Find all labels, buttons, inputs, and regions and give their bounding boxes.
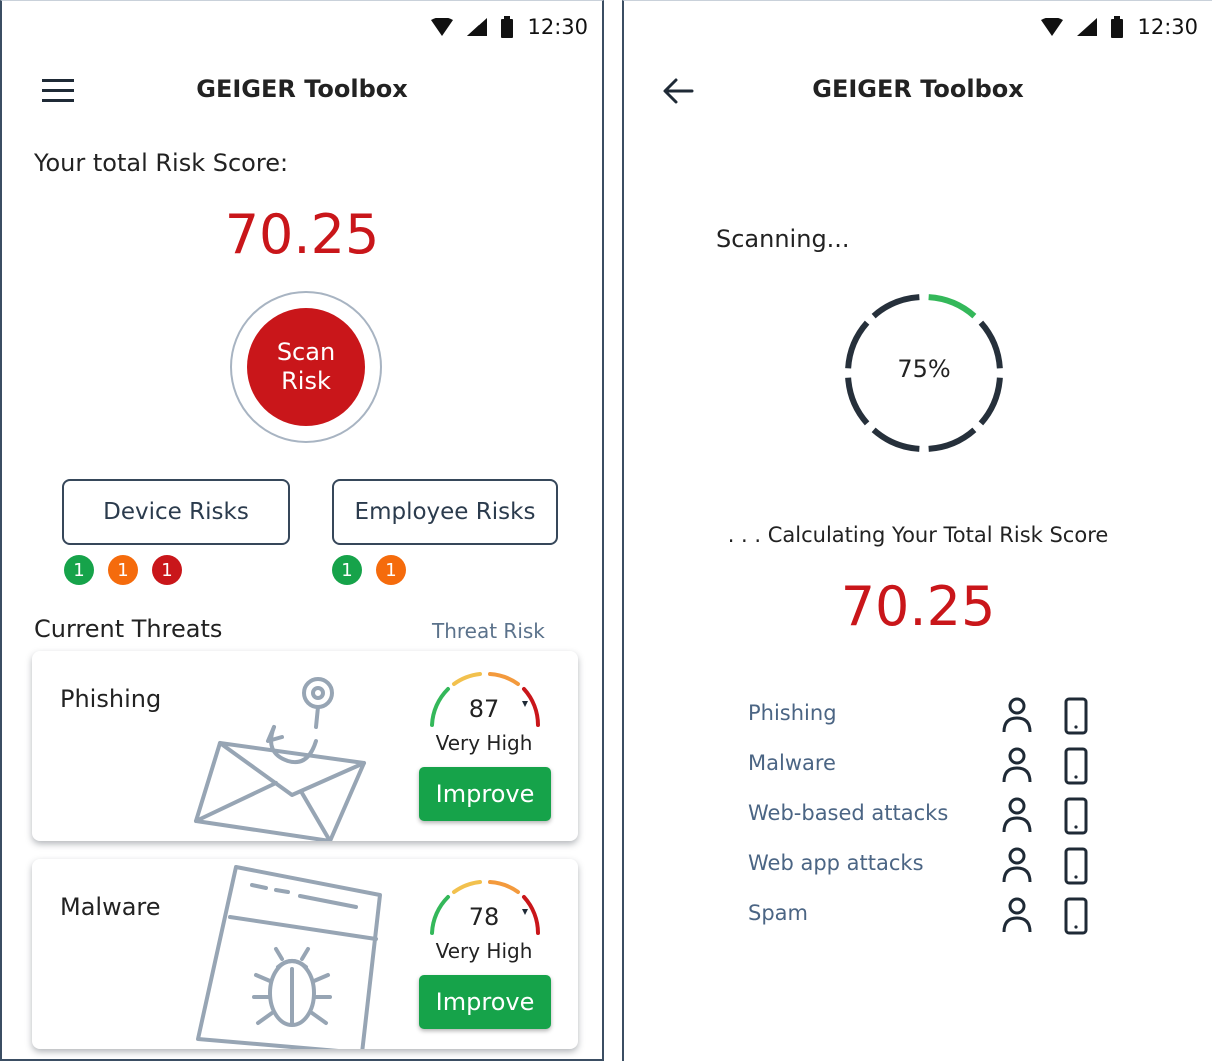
employee-risks-button[interactable]: Employee Risks xyxy=(332,479,558,545)
progress-ring-segment xyxy=(928,294,977,319)
threat-name: Phishing xyxy=(60,685,162,713)
scanning-screen: 12:30 GEIGER Toolbox Scanning... 75% . .… xyxy=(622,0,1212,1061)
threat-risk-header: Threat Risk xyxy=(432,619,545,643)
device-icon xyxy=(1064,697,1088,735)
wifi-icon xyxy=(1041,18,1064,36)
device-icon xyxy=(1064,847,1088,885)
improve-button[interactable]: Improve xyxy=(419,975,551,1029)
device-risks-button[interactable]: Device Risks xyxy=(62,479,290,545)
threat-card-malware[interactable]: Malware 78 Very High Improve xyxy=(32,859,578,1049)
employee-icon xyxy=(1002,897,1032,933)
list-item: Web-based attacks xyxy=(748,793,1088,843)
progress-ring-segment xyxy=(871,294,920,319)
badge-medium: 1 xyxy=(108,555,138,585)
phishing-envelope-hook-icon xyxy=(194,677,366,841)
app-bar: GEIGER Toolbox xyxy=(2,63,602,119)
scan-risk-button-face[interactable]: Scan Risk xyxy=(247,308,365,426)
device-icon xyxy=(1064,897,1088,935)
threat-card-phishing[interactable]: Phishing 87 Very High Improve xyxy=(32,651,578,841)
scan-risk-button[interactable]: Scan Risk xyxy=(230,291,382,443)
badge-low: 1 xyxy=(64,555,94,585)
progress-ring-segment xyxy=(978,377,1003,426)
signal-icon xyxy=(467,18,488,36)
risk-score-value: 70.25 xyxy=(840,575,996,638)
list-item: Web app attacks xyxy=(748,843,1088,893)
home-screen: 12:30 GEIGER Toolbox Your total Risk Sco… xyxy=(0,0,604,1061)
threat-scan-list: Phishing Malware Web-based attacks Web a… xyxy=(748,693,1088,943)
badge-medium: 1 xyxy=(376,555,406,585)
device-icon xyxy=(1064,747,1088,785)
battery-icon xyxy=(501,16,514,38)
threat-name: Web app attacks xyxy=(748,851,924,875)
risk-score-value: 70.25 xyxy=(224,203,380,266)
device-risk-badges: 1 1 1 xyxy=(64,555,182,585)
employee-icon xyxy=(1002,747,1032,783)
status-time: 12:30 xyxy=(1137,15,1198,39)
improve-button[interactable]: Improve xyxy=(419,767,551,821)
status-bar: 12:30 xyxy=(431,11,588,43)
risk-score-label: Your total Risk Score: xyxy=(34,149,289,177)
threat-score: 87 xyxy=(468,695,500,723)
progress-ring-segment xyxy=(928,427,977,452)
device-icon xyxy=(1064,797,1088,835)
app-bar: GEIGER Toolbox xyxy=(624,63,1212,119)
threat-name: Malware xyxy=(60,893,161,921)
list-item: Phishing xyxy=(748,693,1088,743)
battery-icon xyxy=(1111,16,1124,38)
calculating-text: . . . Calculating Your Total Risk Score xyxy=(727,523,1109,547)
list-item: Spam xyxy=(748,893,1088,943)
threat-name: Phishing xyxy=(748,701,837,725)
wifi-icon xyxy=(431,18,454,36)
employee-icon xyxy=(1002,797,1032,833)
malware-bug-window-icon xyxy=(196,865,382,1049)
employee-risk-badges: 1 1 xyxy=(332,555,406,585)
list-item: Malware xyxy=(748,743,1088,793)
employee-icon xyxy=(1002,847,1032,883)
scan-button-line1: Scan xyxy=(276,338,336,366)
current-threats-title: Current Threats xyxy=(34,615,223,643)
threat-name: Web-based attacks xyxy=(748,801,949,825)
progress-percent: 75% xyxy=(897,355,951,383)
scan-button-line2: Risk xyxy=(281,367,331,395)
scan-status-text: Scanning... xyxy=(716,225,850,253)
badge-low: 1 xyxy=(332,555,362,585)
badge-high: 1 xyxy=(152,555,182,585)
status-bar: 12:30 xyxy=(1041,11,1198,43)
threat-name: Spam xyxy=(748,901,808,925)
threat-level: Very High xyxy=(435,939,533,963)
status-time: 12:30 xyxy=(527,15,588,39)
progress-ring-segment xyxy=(845,377,870,426)
threat-name: Malware xyxy=(748,751,836,775)
signal-icon xyxy=(1077,18,1098,36)
app-title: GEIGER Toolbox xyxy=(812,75,1024,103)
threat-score: 78 xyxy=(468,903,500,931)
progress-ring-segment xyxy=(871,427,920,452)
employee-icon xyxy=(1002,697,1032,733)
threat-level: Very High xyxy=(435,731,533,755)
app-title: GEIGER Toolbox xyxy=(196,75,408,103)
